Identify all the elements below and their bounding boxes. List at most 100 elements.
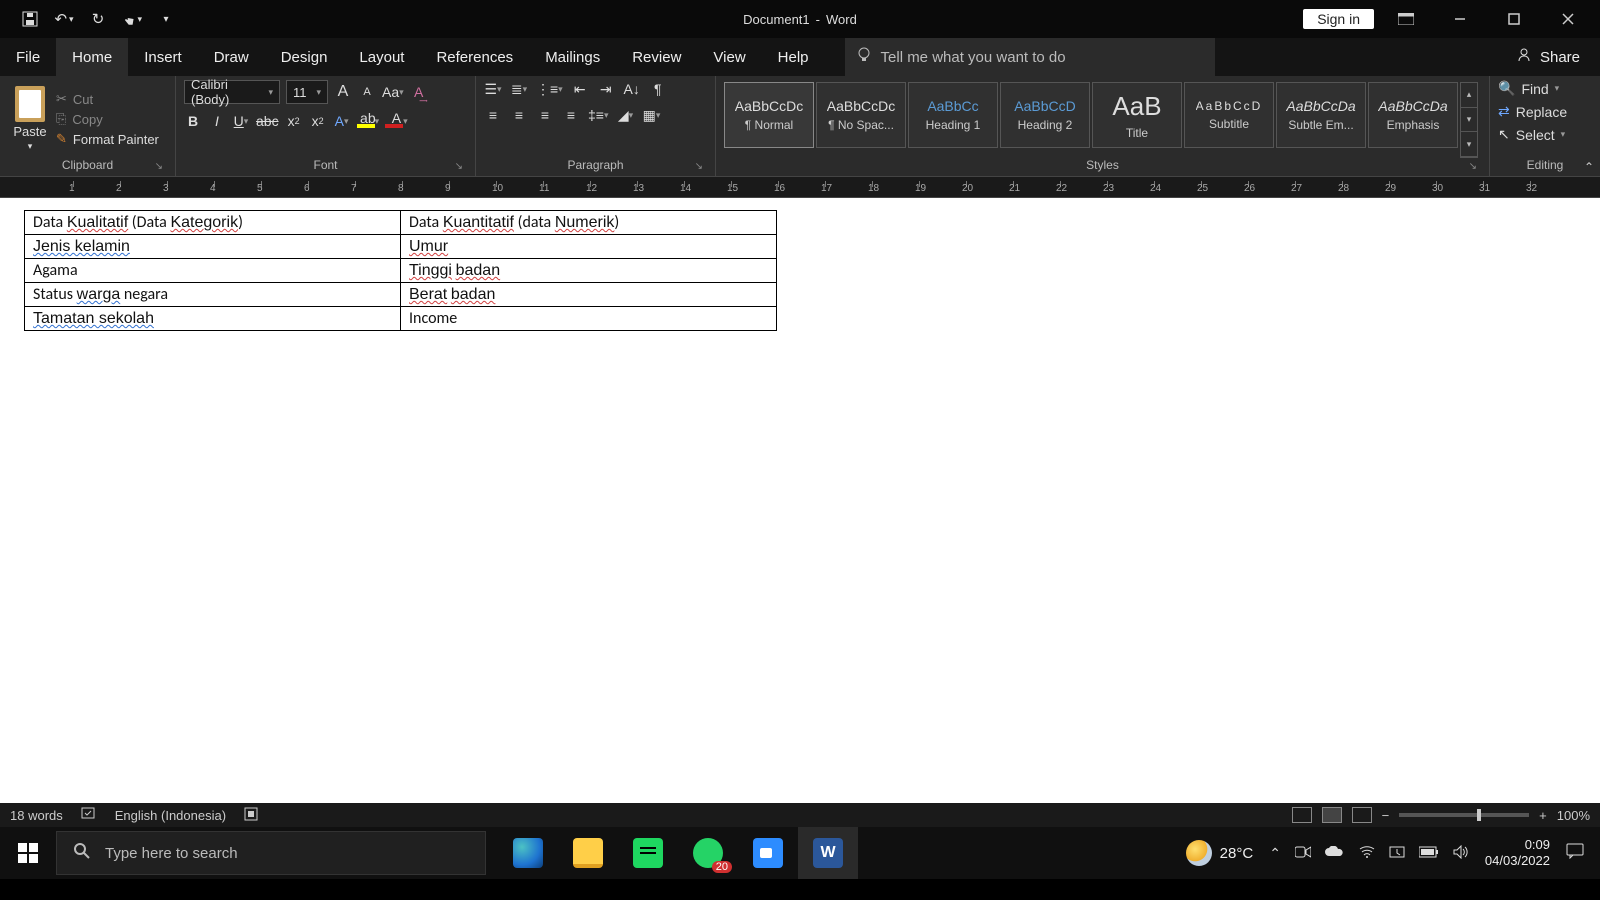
font-color-button[interactable]: A▾ (385, 112, 408, 130)
table-cell[interactable]: Agama (25, 259, 401, 283)
zoom-level[interactable]: 100% (1557, 808, 1590, 823)
font-launcher-icon[interactable]: ↘ (455, 161, 463, 172)
tray-battery-icon[interactable] (1419, 845, 1439, 861)
start-button[interactable] (0, 827, 56, 879)
notifications-icon[interactable] (1566, 843, 1584, 863)
minimize-button[interactable] (1438, 0, 1482, 38)
decrease-indent-icon[interactable]: ⇤ (571, 80, 589, 98)
replace-button[interactable]: ⇄Replace (1498, 103, 1567, 120)
table-row[interactable]: Jenis kelaminUmur (25, 235, 777, 259)
justify-icon[interactable]: ≡ (562, 106, 580, 124)
cut-button[interactable]: Cut (56, 91, 159, 107)
tray-volume-icon[interactable] (1453, 845, 1469, 862)
share-button[interactable]: Share (1516, 38, 1600, 76)
sign-in-button[interactable]: Sign in (1303, 9, 1374, 29)
tab-mailings[interactable]: Mailings (529, 38, 616, 76)
print-layout-icon[interactable] (1322, 807, 1342, 823)
table-cell[interactable]: Jenis kelamin (25, 235, 401, 259)
format-painter-button[interactable]: Format Painter (56, 131, 159, 147)
zoom-out-icon[interactable]: − (1382, 808, 1390, 823)
underline-button[interactable]: U▾ (232, 112, 250, 130)
shading-icon[interactable]: ◢▾ (617, 106, 635, 124)
table-row[interactable]: AgamaTinggi badan (25, 259, 777, 283)
style-heading-2[interactable]: AaBbCcDHeading 2 (1000, 82, 1090, 148)
bullets-icon[interactable]: ☰▾ (484, 80, 502, 98)
increase-indent-icon[interactable]: ⇥ (597, 80, 615, 98)
style--normal[interactable]: AaBbCcDc¶ Normal (724, 82, 814, 148)
clear-format-icon[interactable]: A͢ (410, 83, 428, 101)
macro-icon[interactable] (244, 807, 258, 824)
taskbar-app-word[interactable]: W (798, 827, 858, 879)
multilevel-icon[interactable]: ⋮≡▾ (536, 80, 563, 98)
table-cell[interactable]: Umur (401, 235, 777, 259)
change-case-icon[interactable]: Aa▾ (382, 83, 404, 101)
numbering-icon[interactable]: ≣▾ (510, 80, 528, 98)
style-title[interactable]: AaBTitle (1092, 82, 1182, 148)
qat-customize-icon[interactable]: ▾ (156, 9, 176, 29)
style-emphasis[interactable]: AaBbCcDaEmphasis (1368, 82, 1458, 148)
document-area[interactable]: Data Kualitatif (Data Kategorik)Data Kua… (0, 198, 1600, 803)
table-cell[interactable]: Data Kuantitatif (data Numerik) (401, 211, 777, 235)
superscript-button[interactable]: x2 (309, 112, 327, 130)
table-row[interactable]: Data Kualitatif (Data Kategorik)Data Kua… (25, 211, 777, 235)
table-cell[interactable]: Berat badan (401, 283, 777, 307)
table-cell[interactable]: Data Kualitatif (Data Kategorik) (25, 211, 401, 235)
line-spacing-icon[interactable]: ‡≡▾ (588, 106, 609, 124)
tab-file[interactable]: File (0, 38, 56, 76)
align-left-icon[interactable]: ≡ (484, 106, 502, 124)
highlight-button[interactable]: ab▾ (357, 112, 380, 130)
find-button[interactable]: 🔍Find▾ (1498, 80, 1559, 97)
table-cell[interactable]: Status warga negara (25, 283, 401, 307)
collapse-ribbon-icon[interactable]: ⌃ (1584, 160, 1594, 174)
language-status[interactable]: English (Indonesia) (115, 808, 226, 823)
tab-insert[interactable]: Insert (128, 38, 198, 76)
show-marks-icon[interactable]: ¶ (649, 80, 667, 98)
borders-icon[interactable]: ▦▾ (643, 106, 661, 124)
taskbar-app-edge[interactable] (498, 827, 558, 879)
style-subtitle[interactable]: AaBbCcDSubtitle (1184, 82, 1274, 148)
tray-onedrive-icon[interactable] (1325, 845, 1345, 861)
taskbar-clock[interactable]: 0:09 04/03/2022 (1485, 837, 1550, 869)
close-button[interactable] (1546, 0, 1590, 38)
ribbon-display-icon[interactable] (1384, 0, 1428, 38)
zoom-slider[interactable] (1399, 813, 1529, 817)
taskbar-app-whatsapp[interactable]: 20 (678, 827, 738, 879)
table-cell[interactable]: Income (401, 307, 777, 331)
word-count[interactable]: 18 words (10, 808, 63, 823)
proofing-icon[interactable] (81, 807, 97, 824)
subscript-button[interactable]: x2 (285, 112, 303, 130)
zoom-in-icon[interactable]: + (1539, 808, 1547, 823)
read-mode-icon[interactable] (1292, 807, 1312, 823)
taskbar-app-spotify[interactable] (618, 827, 678, 879)
taskbar-app-explorer[interactable] (558, 827, 618, 879)
taskbar-weather[interactable]: 28°C (1186, 840, 1254, 866)
sort-icon[interactable]: A↓ (623, 80, 641, 98)
shrink-font-icon[interactable]: A (358, 83, 376, 101)
tab-help[interactable]: Help (762, 38, 825, 76)
tab-design[interactable]: Design (265, 38, 344, 76)
tab-view[interactable]: View (697, 38, 761, 76)
tab-layout[interactable]: Layout (343, 38, 420, 76)
taskbar-app-zoom[interactable] (738, 827, 798, 879)
web-layout-icon[interactable] (1352, 807, 1372, 823)
clipboard-launcher-icon[interactable]: ↘ (155, 161, 163, 172)
redo-icon[interactable]: ↻ (88, 9, 108, 29)
table-cell[interactable]: Tinggi badan (401, 259, 777, 283)
tab-review[interactable]: Review (616, 38, 697, 76)
undo-icon[interactable]: ↶▾ (54, 9, 74, 29)
maximize-button[interactable] (1492, 0, 1536, 38)
italic-button[interactable]: I (208, 112, 226, 130)
style-heading-1[interactable]: AaBbCcHeading 1 (908, 82, 998, 148)
save-icon[interactable] (20, 9, 40, 29)
text-effects-icon[interactable]: A▾ (333, 112, 351, 130)
font-size-combo[interactable]: 11▾ (286, 80, 328, 104)
horizontal-ruler[interactable]: 1234567891011121314151617181920212223242… (0, 176, 1600, 198)
tray-meet-now-icon[interactable] (1295, 845, 1311, 862)
paragraph-launcher-icon[interactable]: ↘ (695, 161, 703, 172)
strikethrough-button[interactable]: abc (256, 112, 279, 130)
document-table[interactable]: Data Kualitatif (Data Kategorik)Data Kua… (24, 210, 777, 331)
tray-wifi-icon[interactable] (1359, 845, 1375, 862)
tray-update-icon[interactable] (1389, 845, 1405, 862)
grow-font-icon[interactable]: A (334, 83, 352, 101)
select-button[interactable]: ↖Select▾ (1498, 126, 1565, 143)
